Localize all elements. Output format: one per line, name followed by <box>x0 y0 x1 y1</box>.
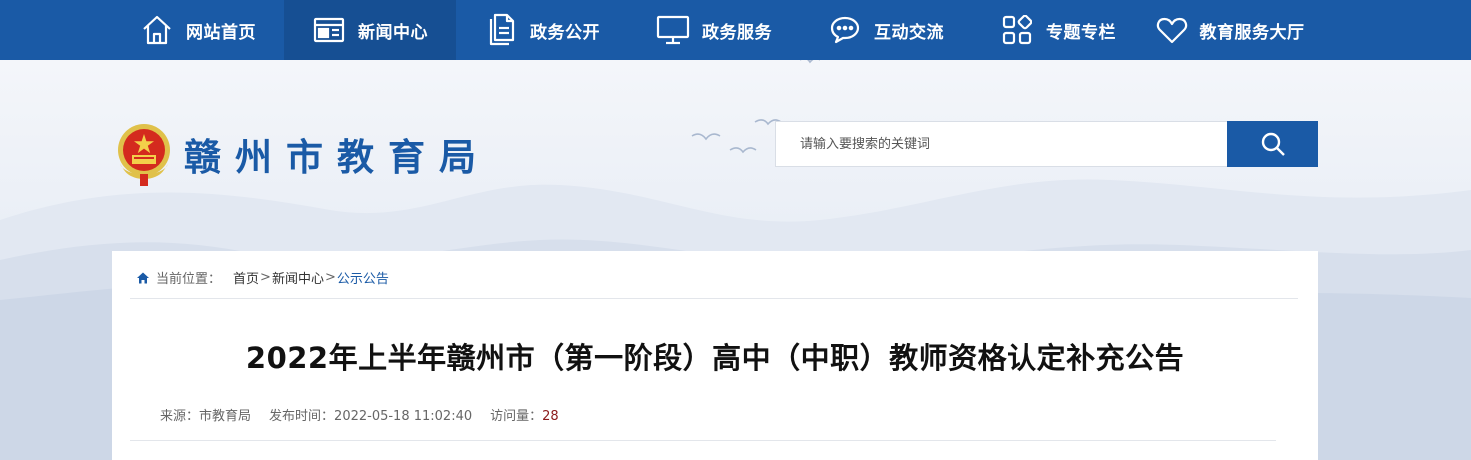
nav-items: 网站首页 新闻中心 政务公开 政务服务 互动交流 专题专栏 教育服务大厅 <box>112 0 1316 60</box>
breadcrumb-home-link[interactable]: 首页 <box>233 268 259 287</box>
heart-icon <box>1156 13 1188 47</box>
home-icon <box>137 272 149 283</box>
news-icon <box>312 13 346 47</box>
nav-item-home[interactable]: 网站首页 <box>112 0 284 60</box>
article-card: 当前位置： 首页 > 新闻中心 > 公示公告 2022年上半年赣州市（第一阶段）… <box>112 251 1318 460</box>
search-button[interactable] <box>1227 121 1318 167</box>
views-meta: 访问量：28 <box>490 405 559 424</box>
breadcrumb-separator: > <box>324 270 336 285</box>
nav-item-label: 网站首页 <box>186 22 256 43</box>
divider <box>130 440 1276 441</box>
source-label: 来源： <box>160 409 200 424</box>
nav-item-label: 教育服务大厅 <box>1199 22 1305 43</box>
document-icon <box>484 13 518 47</box>
publish-time-value: 2022-05-18 11:02:40 <box>334 409 473 424</box>
search-icon <box>1261 132 1285 156</box>
top-nav: 网站首页 新闻中心 政务公开 政务服务 互动交流 专题专栏 教育服务大厅 <box>0 0 1471 60</box>
monitor-icon <box>656 13 690 47</box>
views-label: 访问量： <box>490 409 543 424</box>
nav-item-label: 政务公开 <box>530 22 600 43</box>
breadcrumb-notice-link[interactable]: 公示公告 <box>337 268 389 287</box>
breadcrumb-news-link[interactable]: 新闻中心 <box>272 268 324 287</box>
search-bar <box>775 121 1318 167</box>
nav-item-label: 新闻中心 <box>358 22 428 43</box>
source-meta: 来源：市教育局 <box>160 405 251 424</box>
publish-time-label: 发布时间： <box>269 409 335 424</box>
divider <box>130 298 1298 299</box>
nav-item-interaction[interactable]: 互动交流 <box>800 0 972 60</box>
nav-item-label: 互动交流 <box>874 22 944 43</box>
nav-item-news[interactable]: 新闻中心 <box>284 0 456 60</box>
article-meta: 来源：市教育局 发布时间：2022-05-18 11:02:40 访问量：28 <box>160 405 577 424</box>
nav-item-topics[interactable]: 专题专栏 <box>972 0 1144 60</box>
nav-item-edu-services[interactable]: 教育服务大厅 <box>1144 0 1316 60</box>
nav-item-label: 专题专栏 <box>1046 22 1116 43</box>
breadcrumb-separator: > <box>260 270 271 285</box>
grid-icon <box>1000 13 1034 47</box>
publish-time-meta: 发布时间：2022-05-18 11:02:40 <box>269 405 472 424</box>
search-input[interactable] <box>775 121 1227 167</box>
national-emblem-icon <box>118 124 170 186</box>
nav-item-label: 政务服务 <box>702 22 772 43</box>
breadcrumb: 当前位置： 首页 > 新闻中心 > 公示公告 <box>136 268 389 287</box>
site-logo[interactable]: 赣州市教育局 <box>112 120 490 188</box>
views-count: 28 <box>542 409 559 424</box>
article-title: 2022年上半年赣州市（第一阶段）高中（中职）教师资格认定补充公告 <box>245 341 1185 375</box>
nav-item-gov-affairs[interactable]: 政务公开 <box>456 0 628 60</box>
nav-item-gov-services[interactable]: 政务服务 <box>628 0 800 60</box>
home-icon <box>140 13 174 47</box>
chat-icon <box>828 13 862 47</box>
breadcrumb-label: 当前位置： <box>156 272 222 287</box>
source-value: 市教育局 <box>199 409 252 424</box>
site-title: 赣州市教育局 <box>184 135 490 179</box>
